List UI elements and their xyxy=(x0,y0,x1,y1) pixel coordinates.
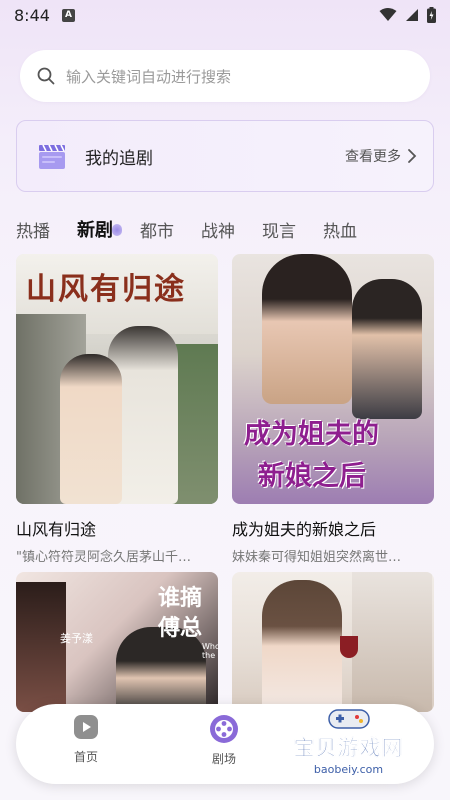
watermark: 宝贝游戏网 baobeiy.com xyxy=(276,706,421,792)
nav-label-theater: 剧场 xyxy=(211,752,236,766)
drama-title: 成为姐夫的新娘之后 xyxy=(232,520,377,539)
poster-subtitle: 姜予漾 xyxy=(60,632,93,645)
drama-card[interactable]: 谁摘 傅总 姜予漾 Who the bos xyxy=(16,572,218,712)
search-bar[interactable]: 输入关键词自动进行搜索 xyxy=(20,50,430,102)
wifi-icon xyxy=(379,8,397,21)
status-bar: 8:44 A xyxy=(0,0,450,30)
signal-icon xyxy=(406,9,418,21)
clapperboard-icon xyxy=(39,144,65,169)
view-more-link[interactable]: 查看更多 xyxy=(345,146,417,166)
drama-card[interactable]: 成为姐夫的 新娘之后 成为姐夫的新娘之后 妹妹秦可得知姐姐突然离世… xyxy=(232,254,434,565)
poster-title-text: 山风有归途 xyxy=(26,272,186,307)
tab-new[interactable]: 新剧 xyxy=(77,216,122,242)
tab-urban[interactable]: 都市 xyxy=(140,217,174,242)
drama-poster[interactable] xyxy=(232,572,434,712)
poster-title-line-2: 傅总 xyxy=(158,616,203,641)
search-icon xyxy=(37,67,55,85)
drama-description: 妹妹秦可得知姐姐突然离世… xyxy=(232,550,402,565)
tab-war-god[interactable]: 战神 xyxy=(201,217,235,242)
poster-english-text: Who the bos xyxy=(202,642,218,660)
battery-icon xyxy=(427,7,436,23)
nav-item-home[interactable]: 首页 xyxy=(56,714,116,765)
tab-action[interactable]: 热血 xyxy=(323,217,357,242)
status-time: 8:44 xyxy=(14,5,50,25)
watermark-url: baobeiy.com xyxy=(313,763,384,776)
tab-hot[interactable]: 热播 xyxy=(16,217,50,242)
nav-label-home: 首页 xyxy=(73,750,98,764)
poster-title-line-1: 成为姐夫的 xyxy=(244,419,379,450)
drama-card[interactable] xyxy=(232,572,434,712)
drama-description: "镇心符符灵阿念久居茅山千… xyxy=(16,550,191,565)
drama-poster[interactable]: 成为姐夫的 新娘之后 xyxy=(232,254,434,504)
chevron-right-icon xyxy=(408,149,417,163)
drama-poster[interactable]: 谁摘 傅总 姜予漾 Who the bos xyxy=(16,572,218,712)
drama-poster[interactable]: 山风有归途 xyxy=(16,254,218,504)
poster-title-line-2: 新娘之后 xyxy=(258,461,366,492)
category-tabs: 热播 新剧 都市 战神 现言 热血 xyxy=(16,214,384,244)
view-more-label: 查看更多 xyxy=(345,149,401,165)
notification-a-icon: A xyxy=(61,8,75,22)
my-following-title: 我的追剧 xyxy=(85,148,153,169)
game-controller-icon xyxy=(327,709,370,729)
film-reel-icon xyxy=(210,715,238,743)
play-icon xyxy=(74,715,98,739)
nav-item-theater[interactable]: 剧场 xyxy=(194,714,254,767)
drama-card[interactable]: 山风有归途 山风有归途 "镇心符符灵阿念久居茅山千… xyxy=(16,254,218,565)
watermark-text: 宝贝游戏网 xyxy=(293,736,404,761)
tab-modern-romance[interactable]: 现言 xyxy=(262,217,296,242)
drama-title: 山风有归途 xyxy=(16,520,97,539)
search-input[interactable]: 输入关键词自动进行搜索 xyxy=(66,66,231,87)
my-following-card[interactable]: 我的追剧 查看更多 xyxy=(16,120,434,192)
poster-title-line-1: 谁摘 xyxy=(158,586,203,611)
